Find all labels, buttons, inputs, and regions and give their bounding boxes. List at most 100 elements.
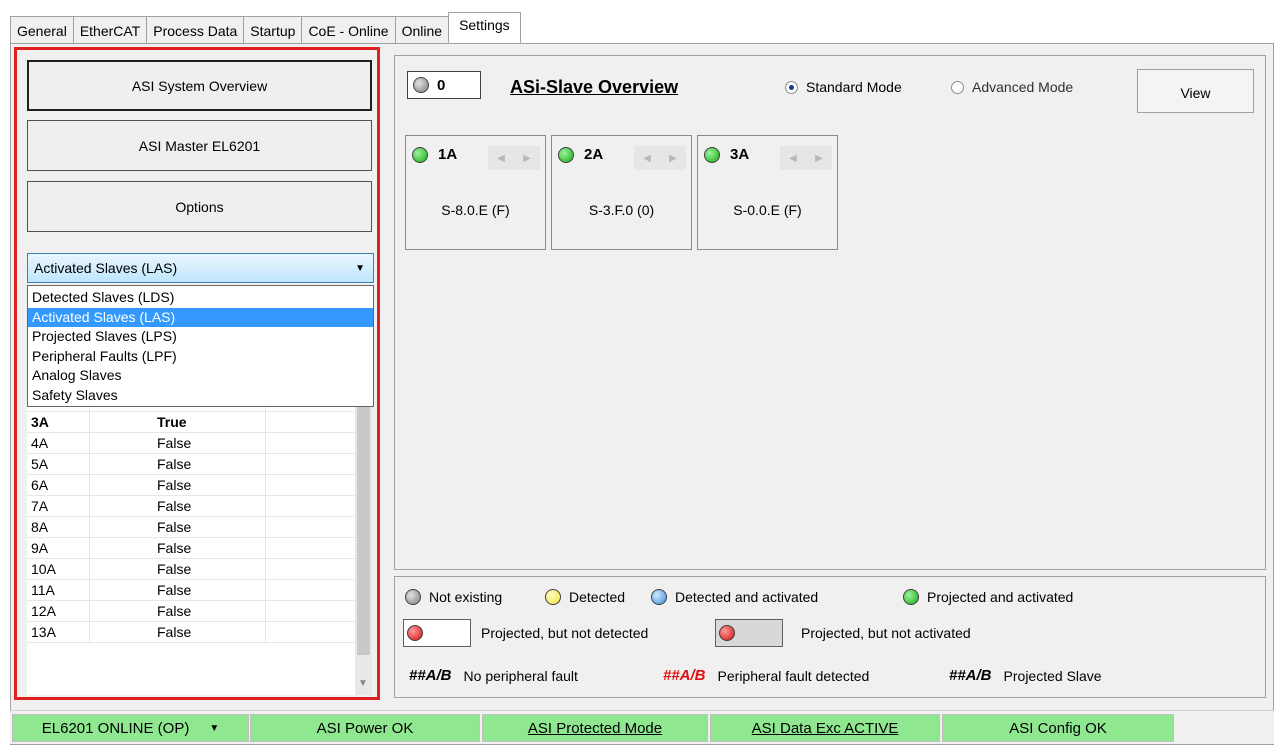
slave-id: 3A <box>730 146 750 163</box>
column-divider <box>89 601 90 621</box>
status-led-icon <box>704 146 720 163</box>
scroll-down-icon[interactable]: ▼ <box>358 678 368 689</box>
legend-no-fault: ##A/B No peripheral fault <box>409 667 578 684</box>
sample-slave-box <box>403 619 471 647</box>
slave-value-cell: False <box>157 624 192 640</box>
arrow-left-icon[interactable]: ◀ <box>497 153 505 164</box>
arrow-right-icon[interactable]: ▶ <box>669 153 677 164</box>
slave-value-cell: False <box>157 498 192 514</box>
table-row[interactable]: 4A False <box>27 433 372 454</box>
column-divider <box>89 454 90 474</box>
blue-led-icon <box>651 589 667 605</box>
green-led-icon <box>903 589 919 605</box>
column-divider <box>265 496 266 516</box>
column-divider <box>265 601 266 621</box>
online-state-dropdown[interactable]: EL6201 ONLINE (OP) ▼ <box>12 714 249 742</box>
radio-unselected-icon[interactable] <box>951 80 964 94</box>
options-button[interactable]: Options <box>27 181 372 232</box>
dropdown-option-lpf[interactable]: Peripheral Faults (LPF) <box>28 347 373 367</box>
online-state-label: EL6201 ONLINE (OP) <box>41 719 190 737</box>
chevron-down-icon[interactable]: ▼ <box>355 263 365 274</box>
radio-selected-icon[interactable] <box>785 80 798 94</box>
tab-settings[interactable]: Settings <box>448 12 521 44</box>
tab-ethercat[interactable]: EtherCAT <box>72 16 147 44</box>
dropdown-option-las[interactable]: Activated Slaves (LAS) <box>28 307 373 327</box>
column-divider <box>89 559 90 579</box>
slave-value-cell: False <box>157 477 192 493</box>
slave-value-cell: True <box>157 414 187 430</box>
slave-address-cell: 12A <box>31 603 56 619</box>
slave-value-cell: False <box>157 456 192 472</box>
column-divider <box>89 412 90 432</box>
advanced-mode-radio[interactable]: Advanced Mode <box>951 79 1073 95</box>
arrow-left-icon[interactable]: ◀ <box>643 153 651 164</box>
arrow-right-icon[interactable]: ▶ <box>815 153 823 164</box>
table-row[interactable]: 9A False <box>27 538 372 559</box>
slave-card-1a[interactable]: 1A ◀ ▶ S-8.0.E (F) <box>405 135 546 250</box>
table-row[interactable]: 5A False <box>27 454 372 475</box>
slave-nav-arrows[interactable]: ◀ ▶ <box>488 146 540 170</box>
dropdown-option-lds[interactable]: Detected Slaves (LDS) <box>28 288 373 308</box>
legend-label: Projected and activated <box>927 589 1074 605</box>
status-label: ASI Config OK <box>1009 719 1107 737</box>
asi-data-exchange-link[interactable]: ASI Data Exc ACTIVE <box>710 714 940 742</box>
column-divider <box>265 475 266 495</box>
legend-label: No peripheral fault <box>463 667 578 684</box>
table-row[interactable]: 12A False <box>27 601 372 622</box>
dropdown-option-safety[interactable]: Safety Slaves <box>28 386 373 406</box>
slave-list-select[interactable]: Activated Slaves (LAS) ▼ <box>27 253 374 283</box>
asi-master-button[interactable]: ASI Master EL6201 <box>27 120 372 171</box>
slave-nav-arrows[interactable]: ◀ ▶ <box>634 146 686 170</box>
standard-mode-radio[interactable]: Standard Mode <box>785 79 902 95</box>
tab-process-data[interactable]: Process Data <box>146 16 244 44</box>
slave-address-cell: 3A <box>31 414 49 430</box>
dropdown-option-analog[interactable]: Analog Slaves <box>28 366 373 386</box>
chevron-down-icon[interactable]: ▼ <box>209 723 219 734</box>
advanced-mode-label: Advanced Mode <box>972 79 1074 95</box>
legend-not-existing: Not existing <box>405 589 502 605</box>
table-row[interactable]: 11A False <box>27 580 372 601</box>
table-row[interactable]: 10A False <box>27 559 372 580</box>
legend-label: Not existing <box>429 589 503 605</box>
view-button[interactable]: View <box>1137 69 1254 113</box>
dropdown-option-lps[interactable]: Projected Slaves (LPS) <box>28 327 373 347</box>
arrow-left-icon[interactable]: ◀ <box>789 153 797 164</box>
slave-card-2a[interactable]: 2A ◀ ▶ S-3.F.0 (0) <box>551 135 692 250</box>
column-divider <box>265 517 266 537</box>
legend-projected-activated: Projected and activated <box>903 589 1073 605</box>
legend-label: Projected, but not activated <box>801 625 971 641</box>
asi-protected-mode-link[interactable]: ASI Protected Mode <box>482 714 708 742</box>
slave-list-select-value: Activated Slaves (LAS) <box>34 260 178 276</box>
grey-led-icon <box>405 589 421 605</box>
table-row[interactable]: 13A False <box>27 622 372 643</box>
tab-general[interactable]: General <box>10 16 73 44</box>
arrow-right-icon[interactable]: ▶ <box>523 153 531 164</box>
sample-address: ##A/B <box>949 667 992 684</box>
slave-card-3a[interactable]: 3A ◀ ▶ S-0.0.E (F) <box>697 135 838 250</box>
table-row[interactable]: 8A False <box>27 517 372 538</box>
legend-label: Peripheral fault detected <box>717 667 870 684</box>
slave-profile-code: S-3.F.0 (0) <box>588 202 655 218</box>
table-scrollbar[interactable]: ▼ <box>355 405 372 695</box>
column-divider <box>89 517 90 537</box>
overview-title: ASi-Slave Overview <box>510 77 679 97</box>
legend-label: Detected and activated <box>675 589 819 605</box>
tab-online[interactable]: Online <box>394 16 449 44</box>
legend-detected-activated: Detected and activated <box>651 589 818 605</box>
slave-status-table: 2ATrue3ATrue4AFalse5AFalse6AFalse7AFalse… <box>27 405 372 695</box>
table-row[interactable]: 6A False <box>27 475 372 496</box>
status-led-icon <box>413 77 429 93</box>
red-led-icon <box>719 625 735 641</box>
tab-startup[interactable]: Startup <box>243 16 302 44</box>
scrollbar-thumb[interactable] <box>357 405 370 655</box>
tab-coe-online[interactable]: CoE - Online <box>301 16 395 44</box>
slave-value-cell: False <box>157 540 192 556</box>
status-label[interactable]: ASI Data Exc ACTIVE <box>752 720 899 737</box>
slave-nav-arrows[interactable]: ◀ ▶ <box>780 146 832 170</box>
status-label[interactable]: ASI Protected Mode <box>528 720 662 737</box>
table-row[interactable]: 7A False <box>27 496 372 517</box>
slave-list-dropdown: Detected Slaves (LDS) Activated Slaves (… <box>27 285 374 407</box>
slave-value-cell: False <box>157 603 192 619</box>
asi-system-overview-button[interactable]: ASI System Overview <box>27 60 372 111</box>
table-row[interactable]: 3A True <box>27 412 372 433</box>
